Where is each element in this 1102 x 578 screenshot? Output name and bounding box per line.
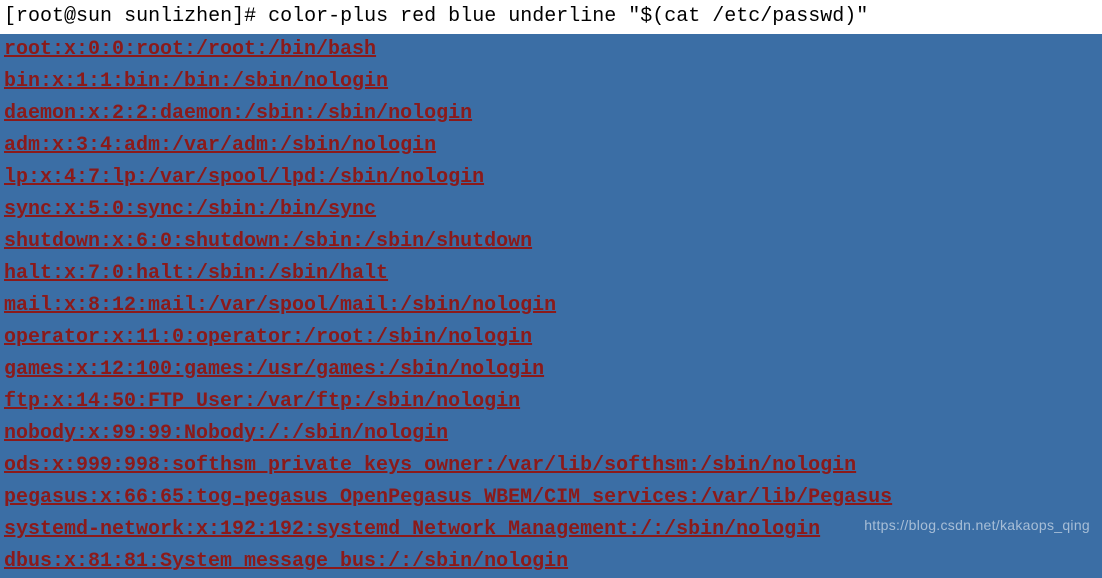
command-text: color-plus red blue underline "$(cat /et… xyxy=(268,5,868,28)
prompt-cwd: sunlizhen xyxy=(124,5,232,28)
prompt-at: @ xyxy=(64,5,76,28)
output-line: bin:x:1:1:bin:/bin:/sbin/nologin xyxy=(0,66,1102,98)
prompt-user: root xyxy=(16,5,64,28)
prompt-open-bracket: [ xyxy=(4,5,16,28)
output-line: systemd-network:x:192:192:systemd Networ… xyxy=(0,514,1102,546)
prompt-symbol: # xyxy=(244,5,256,28)
output-line: operator:x:11:0:operator:/root:/sbin/nol… xyxy=(0,322,1102,354)
output-line: adm:x:3:4:adm:/var/adm:/sbin/nologin xyxy=(0,130,1102,162)
prompt-host: sun xyxy=(76,5,112,28)
output-line: shutdown:x:6:0:shutdown:/sbin:/sbin/shut… xyxy=(0,226,1102,258)
output-line: halt:x:7:0:halt:/sbin:/sbin/halt xyxy=(0,258,1102,290)
output-line: lp:x:4:7:lp:/var/spool/lpd:/sbin/nologin xyxy=(0,162,1102,194)
output-line: daemon:x:2:2:daemon:/sbin:/sbin/nologin xyxy=(0,98,1102,130)
output-line: games:x:12:100:games:/usr/games:/sbin/no… xyxy=(0,354,1102,386)
prompt-close-bracket: ] xyxy=(232,5,244,28)
terminal-window: [root@sun sunlizhen]# color-plus red blu… xyxy=(0,0,1102,578)
output-line: root:x:0:0:root:/root:/bin/bash xyxy=(0,34,380,66)
shell-prompt-line[interactable]: [root@sun sunlizhen]# color-plus red blu… xyxy=(0,0,1102,34)
output-line: dbus:x:81:81:System message bus:/:/sbin/… xyxy=(0,546,1102,578)
output-line: ods:x:999:998:softhsm private keys owner… xyxy=(0,450,1102,482)
prompt-space2 xyxy=(256,5,268,28)
output-line: sync:x:5:0:sync:/sbin:/bin/sync xyxy=(0,194,1102,226)
output-line: nobody:x:99:99:Nobody:/:/sbin/nologin xyxy=(0,418,1102,450)
output-line: ftp:x:14:50:FTP User:/var/ftp:/sbin/nolo… xyxy=(0,386,1102,418)
output-line: pegasus:x:66:65:tog-pegasus OpenPegasus … xyxy=(0,482,1102,514)
output-line: mail:x:8:12:mail:/var/spool/mail:/sbin/n… xyxy=(0,290,1102,322)
prompt-space xyxy=(112,5,124,28)
